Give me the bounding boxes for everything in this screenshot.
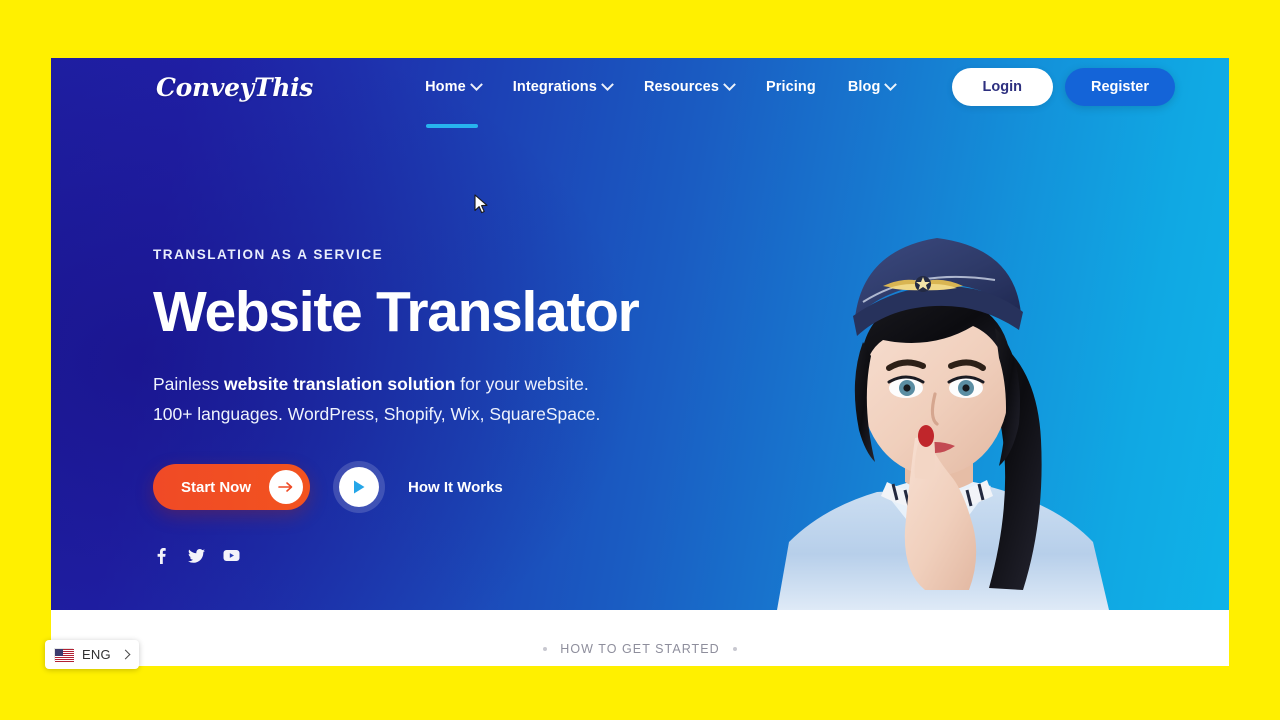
bullet-dot-icon [732,647,737,651]
get-started-row: HOW TO GET STARTED [543,642,737,656]
chevron-right-icon [120,649,131,660]
hero-copy: TRANSLATION AS A SERVICE Website Transla… [153,247,713,564]
get-started-label: HOW TO GET STARTED [560,642,720,656]
nav-item-integrations-label: Integrations [512,79,597,95]
nav-item-home-label: Home [425,79,466,95]
how-to-get-started-strip: HOW TO GET STARTED [51,610,1229,666]
arrow-right-icon [269,470,304,505]
chevron-down-icon [723,77,736,91]
language-label: ENG [82,647,111,662]
hero-cta-row: Start Now How It Works [153,461,713,514]
nav-item-integrations[interactable]: Integrations [512,58,614,116]
play-icon [339,467,380,508]
start-now-button[interactable]: Start Now [153,464,311,511]
youtube-icon[interactable] [223,547,240,564]
nav-item-blog-label: Blog [847,79,881,95]
site-page-frame: ConveyThis Home Integrations Resources P… [51,58,1229,666]
twitter-icon[interactable] [188,547,205,564]
how-it-works-label[interactable]: How It Works [408,479,503,496]
hero-eyebrow: TRANSLATION AS A SERVICE [153,247,384,262]
site-header: ConveyThis Home Integrations Resources P… [51,58,1229,128]
nav-item-home[interactable]: Home [425,58,483,128]
hero-subcopy-part2: for your website. [455,373,589,394]
hero-model-image [737,190,1157,610]
language-switcher[interactable]: ENG [45,640,139,669]
social-links [153,547,713,564]
chevron-down-icon [469,77,483,91]
hero-section: ConveyThis Home Integrations Resources P… [51,58,1229,610]
chevron-down-icon [884,77,898,91]
page-title: Website Translator [153,280,640,344]
brand-logo[interactable]: ConveyThis [156,73,313,102]
nav-item-pricing-label: Pricing [766,79,816,95]
chevron-down-icon [601,77,614,91]
auth-actions: Login Register [951,68,1225,106]
start-now-label: Start Now [181,478,252,496]
hero-subcopy: Painless website translation solution fo… [153,369,713,429]
nav-item-resources[interactable]: Resources [643,58,736,116]
nav-item-blog[interactable]: Blog [847,58,898,116]
hero-subcopy-line2: 100+ languages. WordPress, Shopify, Wix,… [153,403,601,424]
login-button[interactable]: Login [951,68,1053,106]
hero-subcopy-bold: website translation solution [224,373,456,394]
play-video-button[interactable] [333,461,386,514]
bullet-dot-icon [543,647,548,651]
us-flag-icon [54,648,74,662]
nav-item-pricing[interactable]: Pricing [766,58,816,116]
nav-item-resources-label: Resources [643,79,719,95]
hero-subcopy-part1: Painless [153,373,225,394]
register-button[interactable]: Register [1064,68,1175,106]
facebook-icon[interactable] [153,547,170,564]
main-navigation: Home Integrations Resources Pricing Blog [425,58,898,128]
